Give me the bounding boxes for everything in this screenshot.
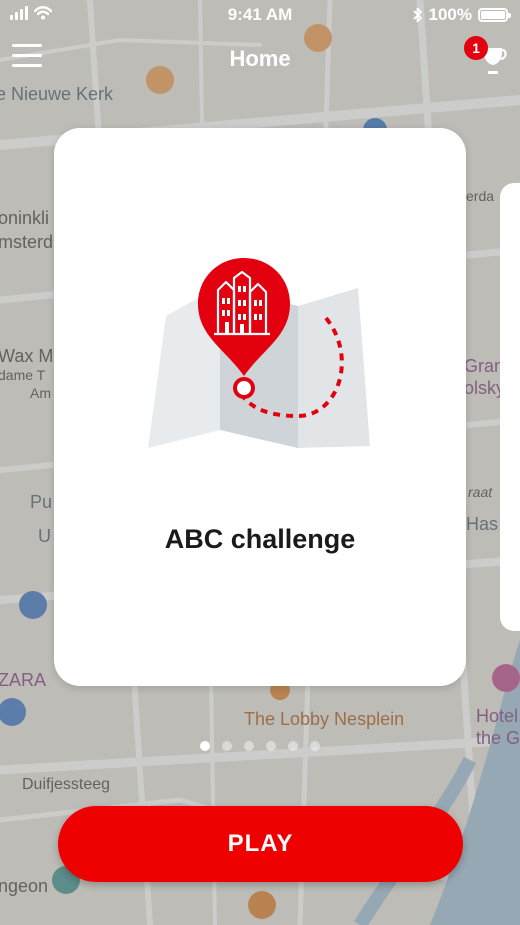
play-button[interactable]: PLAY xyxy=(58,806,463,882)
notification-badge: 1 xyxy=(464,36,488,60)
challenge-card[interactable]: ABC challenge xyxy=(54,128,466,686)
nav-bar: Home 1 xyxy=(0,30,520,90)
status-bar: 9:41 AM 100% xyxy=(0,0,520,30)
page-indicator xyxy=(0,741,520,751)
challenge-title: ABC challenge xyxy=(164,524,356,554)
page-dot-active[interactable] xyxy=(200,741,210,751)
battery-percent: 100% xyxy=(428,5,472,24)
map-pin-canal-houses-icon xyxy=(148,258,370,448)
page-dot[interactable] xyxy=(310,741,320,751)
trophy-button[interactable]: 1 xyxy=(464,36,508,78)
bluetooth-icon xyxy=(412,7,422,23)
battery-icon xyxy=(478,8,511,22)
page-dot[interactable] xyxy=(288,741,298,751)
next-challenge-card[interactable] xyxy=(500,183,520,631)
page-dot[interactable] xyxy=(266,741,276,751)
status-right: 100% xyxy=(412,5,511,25)
page-title: Home xyxy=(229,46,291,71)
page-dot[interactable] xyxy=(222,741,232,751)
page-dot[interactable] xyxy=(244,741,254,751)
